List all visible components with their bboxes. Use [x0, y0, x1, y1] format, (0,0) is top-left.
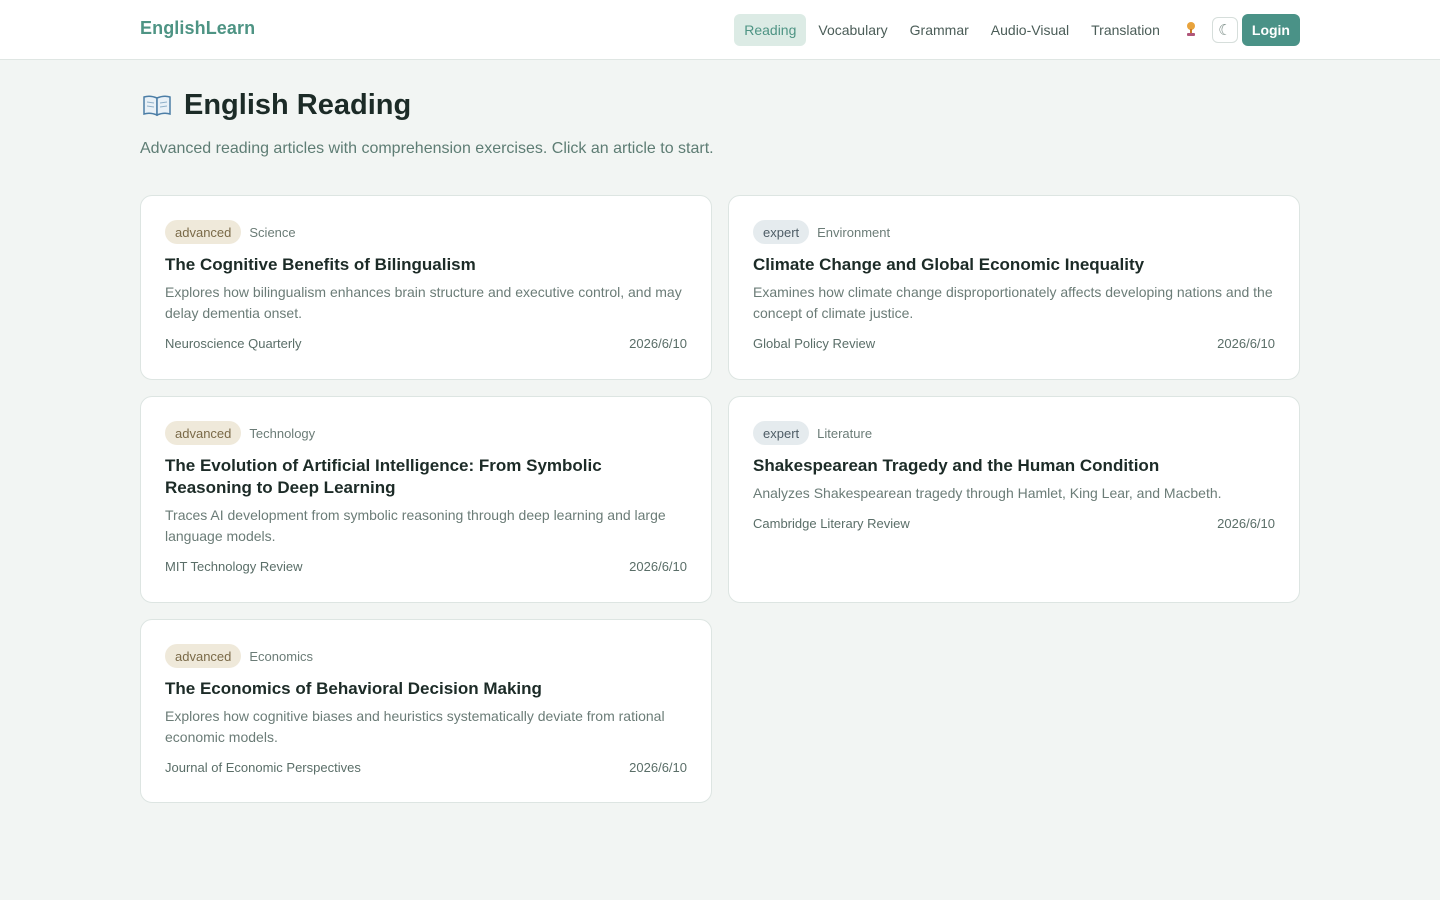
article-source: Neuroscience Quarterly: [165, 336, 302, 351]
nav-audio-visual[interactable]: Audio-Visual: [981, 14, 1079, 46]
article-description: Explores how cognitive biases and heuris…: [165, 708, 665, 745]
article-card[interactable]: advanced Science The Cognitive Benefits …: [140, 195, 712, 380]
moon-icon: ☾: [1218, 22, 1232, 39]
article-date: 2026/6/10: [629, 760, 687, 775]
category-label: Economics: [249, 648, 313, 664]
page-subtitle: Advanced reading articles with comprehen…: [140, 140, 714, 157]
level-badge: expert: [753, 421, 810, 445]
article-source: MIT Technology Review: [165, 559, 303, 574]
article-source: Cambridge Literary Review: [753, 516, 910, 531]
login-button[interactable]: Login: [1241, 14, 1300, 46]
trophy-icon[interactable]: [1180, 21, 1202, 40]
category-label: Literature: [817, 425, 873, 441]
level-badge: expert: [753, 220, 810, 244]
article-card[interactable]: expert Literature Shakespearean Tragedy …: [728, 396, 1300, 603]
level-badge: advanced: [165, 220, 242, 244]
article-source: Global Policy Review: [753, 336, 876, 351]
nav-reading[interactable]: Reading: [734, 14, 807, 46]
article-description: Examines how climate change disproportio…: [753, 284, 1273, 321]
open-book-icon: [140, 88, 174, 122]
article-card[interactable]: advanced Technology The Evolution of Art…: [140, 396, 712, 603]
article-description: Traces AI development from symbolic reas…: [165, 507, 666, 544]
top-navbar: EnglishLearn Reading Vocabulary Grammar …: [0, 0, 1440, 60]
article-title: Climate Change and Global Economic Inequ…: [753, 255, 1145, 274]
article-source: Journal of Economic Perspectives: [165, 760, 361, 775]
article-card[interactable]: expert Environment Climate Change and Gl…: [728, 195, 1300, 380]
article-date: 2026/6/10: [629, 559, 687, 574]
page-title: English Reading: [184, 88, 412, 121]
article-date: 2026/6/10: [1217, 516, 1275, 531]
main-nav: Reading Vocabulary Grammar Audio-Visual …: [732, 14, 1300, 46]
nav-vocabulary[interactable]: Vocabulary: [808, 14, 897, 46]
category-label: Technology: [249, 425, 316, 441]
page-title-row: English Reading: [140, 88, 411, 122]
article-date: 2026/6/10: [629, 336, 687, 351]
category-label: Science: [249, 224, 296, 240]
level-badge: advanced: [165, 421, 242, 445]
article-title: The Economics of Behavioral Decision Mak…: [165, 679, 542, 698]
nav-grammar[interactable]: Grammar: [900, 14, 979, 46]
article-date: 2026/6/10: [1217, 336, 1275, 351]
article-title: The Cognitive Benefits of Bilingualism: [165, 255, 476, 274]
category-label: Environment: [817, 224, 891, 240]
level-badge: advanced: [165, 644, 242, 668]
article-title: The Evolution of Artificial Intelligence…: [165, 456, 602, 497]
article-title: Shakespearean Tragedy and the Human Cond…: [753, 456, 1160, 475]
article-card[interactable]: advanced Economics The Economics of Beha…: [140, 619, 712, 803]
brand-logo[interactable]: EnglishLearn: [140, 18, 255, 39]
article-description: Explores how bilingualism enhances brain…: [165, 284, 682, 321]
theme-toggle-button[interactable]: ☾: [1211, 17, 1238, 43]
nav-translation[interactable]: Translation: [1081, 14, 1170, 46]
article-description: Analyzes Shakespearean tragedy through H…: [753, 485, 1222, 501]
